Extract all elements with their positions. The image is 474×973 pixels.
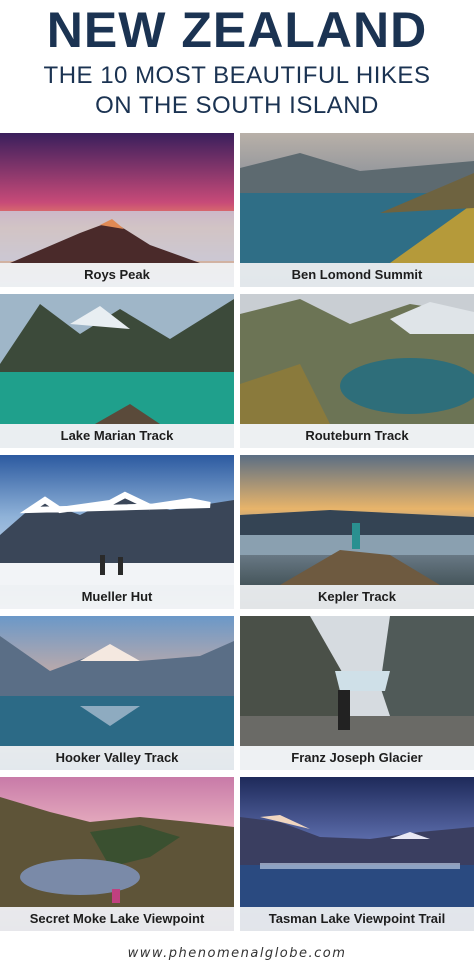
hike-label: Kepler Track (240, 585, 474, 609)
hike-label: Mueller Hut (0, 585, 234, 609)
hike-card-roys-peak[interactable]: Roys Peak (0, 133, 234, 287)
hike-card-franz-joseph[interactable]: Franz Joseph Glacier (240, 616, 474, 770)
hike-label: Hooker Valley Track (0, 746, 234, 770)
hike-card-ben-lomond[interactable]: Ben Lomond Summit (240, 133, 474, 287)
hike-label: Lake Marian Track (0, 424, 234, 448)
hike-card-mueller-hut[interactable]: Mueller Hut (0, 455, 234, 609)
hike-label: Routeburn Track (240, 424, 474, 448)
hike-label: Franz Joseph Glacier (240, 746, 474, 770)
hike-label: Roys Peak (0, 263, 234, 287)
hike-label: Secret Moke Lake Viewpoint (0, 907, 234, 931)
hike-card-tasman-lake[interactable]: Tasman Lake Viewpoint Trail (240, 777, 474, 931)
hike-label: Tasman Lake Viewpoint Trail (240, 907, 474, 931)
hike-card-lake-marian[interactable]: Lake Marian Track (0, 294, 234, 448)
website-url[interactable]: www.phenomenalglobe.com (0, 942, 474, 966)
header: NEW ZEALAND THE 10 MOST BEAUTIFUL HIKES … (0, 0, 474, 128)
subtitle-line-2: ON THE SOUTH ISLAND (95, 92, 379, 119)
hike-card-hooker-valley[interactable]: Hooker Valley Track (0, 616, 234, 770)
hike-card-kepler[interactable]: Kepler Track (240, 455, 474, 609)
hike-card-moke-lake[interactable]: Secret Moke Lake Viewpoint (0, 777, 234, 931)
subtitle-line-1: THE 10 MOST BEAUTIFUL HIKES (43, 62, 431, 89)
page-title: NEW ZEALAND (46, 2, 428, 58)
hike-card-routeburn[interactable]: Routeburn Track (240, 294, 474, 448)
hike-label: Ben Lomond Summit (240, 263, 474, 287)
